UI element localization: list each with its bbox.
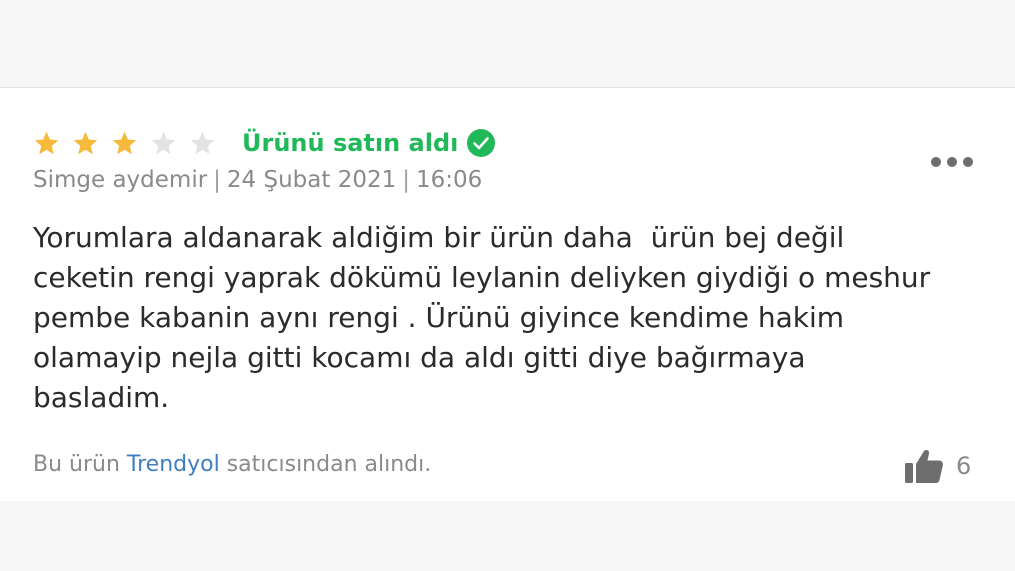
meta-separator: | xyxy=(402,167,410,193)
review-time: 16:06 xyxy=(415,167,483,193)
bottom-spacer xyxy=(0,501,1015,571)
verified-purchase-label: Ürünü satın aldı xyxy=(242,129,459,157)
top-spacer xyxy=(0,0,1015,87)
review-text: Yorumlara aldanarak aldiğim bir ürün dah… xyxy=(33,221,931,414)
reviewer-name: Simge aydemir xyxy=(33,167,208,193)
review-meta: Simge aydemir | 24 Şubat 2021 | 16:06 xyxy=(33,167,482,193)
star-filled-icon xyxy=(34,131,59,154)
star-empty-icon xyxy=(151,131,176,154)
review-date: 24 Şubat 2021 xyxy=(226,167,397,193)
review-card: Ürünü satın aldı Simge aydemir | 24 Şubat … xyxy=(0,87,1015,501)
like-button[interactable]: 6 xyxy=(904,448,971,484)
rating-row: Ürünü satın aldı xyxy=(33,126,496,160)
check-circle-icon xyxy=(467,129,496,157)
meta-separator: | xyxy=(213,167,221,193)
star-empty-icon xyxy=(190,131,215,154)
star-filled-icon xyxy=(112,131,137,154)
like-count: 6 xyxy=(956,452,972,480)
seller-link[interactable]: Trendyol xyxy=(127,452,220,477)
seller-suffix: satıcısından alındı. xyxy=(226,452,432,477)
thumbs-up-icon xyxy=(905,449,943,483)
star-rating xyxy=(33,130,216,157)
more-horizontal-icon[interactable] xyxy=(930,154,974,170)
seller-info: Bu ürün Trendyol satıcısından alındı. xyxy=(33,452,431,477)
seller-prefix: Bu ürün xyxy=(33,452,120,477)
star-filled-icon xyxy=(73,131,98,154)
